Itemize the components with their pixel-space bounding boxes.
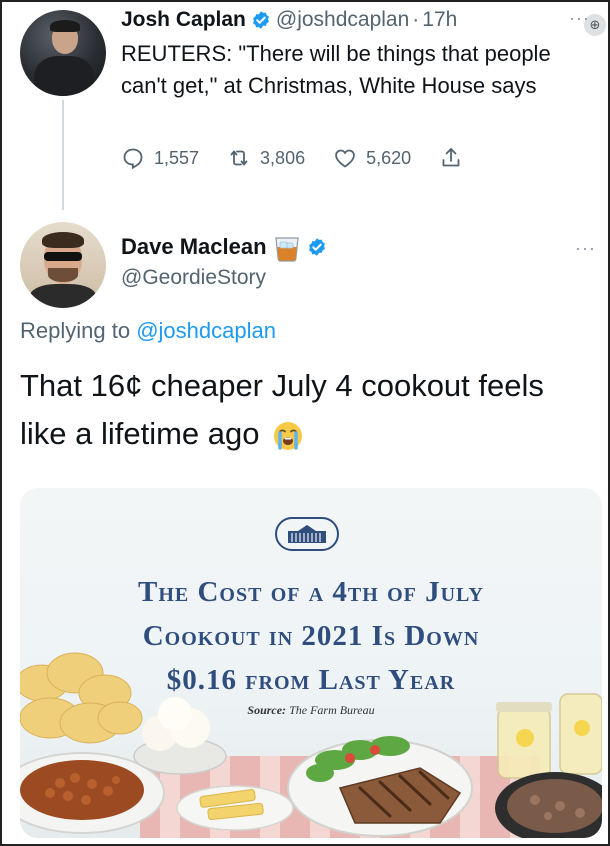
replying-prefix: Replying to — [20, 318, 131, 343]
source-value: The Farm Bureau — [289, 703, 375, 717]
reply-button[interactable]: 1,557 — [121, 146, 199, 170]
verified-badge-icon — [252, 11, 269, 29]
separator-dot: · — [412, 8, 420, 31]
like-button[interactable]: 5,620 — [333, 146, 411, 170]
tweet1-timestamp[interactable]: 17h — [422, 8, 457, 32]
headline-line-3: $0.16 from Last Year — [166, 664, 456, 696]
tweet1-author-name[interactable]: Josh Caplan — [121, 8, 246, 32]
card-headline: The Cost of a 4th of July Cookout in 202… — [20, 570, 602, 702]
tweet1-header: Josh Caplan @joshdcaplan · 17h — [121, 8, 457, 32]
headline-line-2: Cookout in 2021 Is Down — [142, 620, 480, 652]
retweet-button[interactable]: 3,806 — [227, 146, 305, 170]
loudly-crying-emoji — [274, 421, 303, 450]
reply-count: 1,557 — [154, 147, 200, 168]
replying-to-line: Replying to @joshdcaplan — [20, 318, 276, 344]
tweet1-author-handle[interactable]: @joshdcaplan — [276, 8, 409, 32]
whisky-glass-emoji — [274, 237, 299, 262]
share-icon — [442, 148, 460, 167]
retweet-icon — [230, 150, 248, 166]
share-button[interactable] — [439, 146, 472, 170]
like-count: 5,620 — [366, 147, 412, 168]
retweet-count: 3,806 — [260, 147, 306, 168]
tweet2-author-handle[interactable]: @GeordieStory — [121, 266, 266, 290]
source-label: Source: — [247, 703, 287, 717]
verified-badge-icon — [308, 238, 325, 256]
tweet1-text: REUTERS: "There will be things that peop… — [121, 41, 551, 98]
white-house-logo — [275, 517, 339, 551]
heart-icon — [335, 149, 355, 168]
tweet2-text: That 16¢ cheaper July 4 cookout feels li… — [20, 362, 580, 458]
thread-connector-line — [62, 100, 64, 210]
tweet2-header: Dave Maclean — [121, 232, 332, 262]
reply-icon — [123, 148, 143, 170]
avatar-dave-maclean[interactable] — [20, 222, 106, 308]
headline-line-1: The Cost of a 4th of July — [138, 576, 484, 608]
tweet1-actions: 1,557 3,806 5,620 — [121, 146, 500, 170]
card-source: Source: The Farm Bureau — [20, 703, 602, 718]
avatar-josh-caplan[interactable] — [20, 10, 106, 96]
tweet2-author-name[interactable]: Dave Maclean — [121, 234, 267, 260]
more-icon[interactable]: ··· — [575, 238, 596, 259]
replying-to-mention[interactable]: @joshdcaplan — [136, 318, 276, 343]
more-icon[interactable]: ··· — [569, 8, 590, 29]
media-image-card[interactable]: The Cost of a 4th of July Cookout in 202… — [20, 488, 602, 838]
